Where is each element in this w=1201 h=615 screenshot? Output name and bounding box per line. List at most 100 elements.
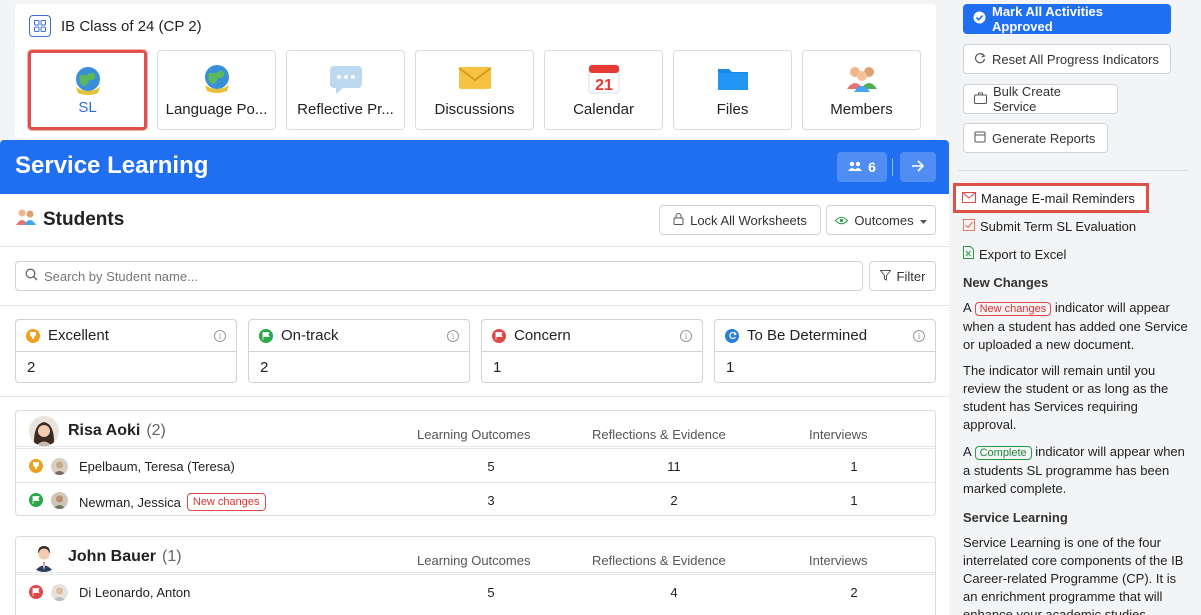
reflections-count: 11 [667,459,681,474]
export-excel-label: Export to Excel [979,246,1067,262]
users-icon [848,159,863,175]
reset-progress-button[interactable]: Reset All Progress Indicators [963,44,1171,74]
tile-label: Files [716,101,749,118]
arrow-right-button[interactable] [900,152,936,182]
status-card-on-track[interactable]: On-track i 2 [248,319,470,383]
lock-worksheets-button[interactable]: Lock All Worksheets [659,205,821,235]
avatar [29,416,59,446]
flag-icon [29,493,43,507]
table-row[interactable]: Di Leonardo, Anton 5 4 2 [16,574,935,608]
tile-members[interactable]: Members [802,50,921,130]
mark-all-approved-button[interactable]: Mark All Activities Approved [963,4,1171,34]
divider [0,305,949,306]
advisor-header: John Bauer (1) Learning Outcomes Reflecti… [16,537,935,573]
status-label: On-track [281,327,339,344]
divider [0,396,949,397]
excel-icon [963,246,974,262]
export-excel-link[interactable]: Export to Excel [963,246,1066,262]
generate-reports-label: Generate Reports [992,130,1096,146]
tile-label: SL [78,99,97,116]
advisor-count: (2) [146,422,166,439]
column-header-reflections[interactable]: Reflections & Evidence [592,553,726,568]
service-learning-description: Service Learning is one of the four inte… [963,535,1184,615]
table-row[interactable]: Newman, Jessica New changes 3 2 1 [16,482,935,516]
search-icon [25,268,38,284]
tile-files[interactable]: Files [673,50,792,130]
flag-icon [492,328,506,343]
generate-reports-button[interactable]: Generate Reports [963,123,1108,153]
tile-sl[interactable]: SL [28,50,147,130]
advisor-name: Risa Aoki (2) [68,422,166,440]
avatar [29,542,59,572]
tile-language[interactable]: Language Po... [157,50,276,130]
student-name[interactable]: Epelbaum, Teresa (Teresa) [79,459,235,474]
tile-label: Reflective Pr... [297,101,394,118]
class-title-text: IB Class of 24 (CP 2) [61,17,202,35]
new-changes-pill: New changes [974,302,1052,316]
advisor-group: John Bauer (1) Learning Outcomes Reflecti… [15,536,936,615]
class-header: IB Class of 24 (CP 2) SL Language Po... … [15,4,936,138]
bulk-create-label: Bulk Create Service [993,84,1061,114]
status-value: 1 [726,359,735,376]
filter-label: Filter [896,268,926,284]
advisor-name-text: Risa Aoki [68,422,141,439]
nc-text-a: A [963,300,971,315]
column-header-reflections[interactable]: Reflections & Evidence [592,427,726,442]
chat-bubble-icon [328,63,364,99]
tile-reflective[interactable]: Reflective Pr... [286,50,405,130]
service-learning-banner: Service Learning 6 [0,140,949,194]
banner-separator [892,158,893,176]
students-panel: Students Lock All Worksheets Outcomes Se… [0,194,949,615]
students-heading: Students [15,208,124,232]
column-header-outcomes[interactable]: Learning Outcomes [417,553,530,568]
globe-icon [72,65,104,101]
calendar-day: 21 [595,77,613,94]
column-header-interviews[interactable]: Interviews [809,427,868,442]
student-name-text: Epelbaum, Teresa (Teresa) [79,459,235,474]
tile-label: Members [830,101,893,118]
advisor-name: John Bauer (1) [68,548,182,566]
sidebar-divider [958,170,1188,171]
table-row[interactable]: Epelbaum, Teresa (Teresa) 5 11 1 [16,448,935,482]
advisor-group: Risa Aoki (2) Learning Outcomes Reflectio… [15,410,936,516]
manage-email-reminders-link[interactable]: Manage E-mail Reminders [953,183,1149,213]
submit-evaluation-label: Submit Term SL Evaluation [980,219,1137,234]
tile-label: Discussions [434,101,515,118]
info-icon[interactable]: i [680,330,692,342]
reset-progress-label: Reset All Progress Indicators [992,51,1159,67]
tile-discussions[interactable]: Discussions [415,50,534,130]
column-header-outcomes[interactable]: Learning Outcomes [417,427,530,442]
outcomes-dropdown[interactable]: Outcomes [826,205,936,235]
submit-evaluation-link[interactable]: Submit Term SL Evaluation [963,219,1136,234]
student-name[interactable]: Newman, Jessica New changes [79,493,266,511]
interviews-count: 1 [850,493,858,508]
status-card-excellent[interactable]: Excellent i 2 [15,319,237,383]
complete-description: A Complete indicator will appear when a … [963,443,1191,498]
info-icon[interactable]: i [447,330,459,342]
trophy-icon [29,459,43,473]
cp-text-a: A [963,444,971,459]
reflections-count: 2 [670,493,678,508]
tile-calendar[interactable]: 21 Calendar [544,50,663,130]
manage-email-reminders-label: Manage E-mail Reminders [981,190,1135,206]
outcomes-count: 5 [487,459,495,474]
refresh-icon [974,52,986,67]
info-icon[interactable]: i [214,330,226,342]
envelope-icon [962,191,976,206]
flag-icon [29,585,43,599]
column-header-interviews[interactable]: Interviews [809,553,868,568]
student-name[interactable]: Di Leonardo, Anton [79,585,190,600]
status-card-concern[interactable]: Concern i 1 [481,319,703,383]
filter-button[interactable]: Filter [869,261,936,291]
info-icon[interactable]: i [913,330,925,342]
grid-icon [29,15,51,37]
refresh-icon [725,328,739,343]
divider [0,246,949,247]
lock-worksheets-label: Lock All Worksheets [690,212,807,228]
members-count-button[interactable]: 6 [837,152,887,182]
bulk-create-button[interactable]: Bulk Create Service [963,84,1118,114]
search-input[interactable]: Search by Student name... [15,261,863,291]
status-card-tbd[interactable]: To Be Determined i 1 [714,319,936,383]
lock-icon [673,212,684,228]
page-title: Service Learning [15,152,209,179]
